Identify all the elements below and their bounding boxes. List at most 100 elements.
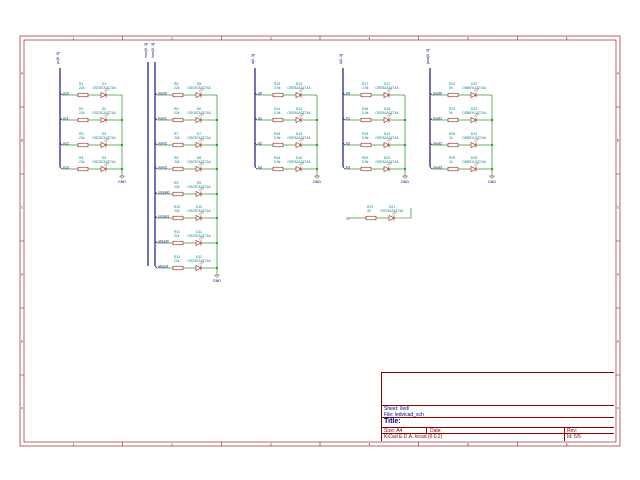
led-value: OSR5JA3Z74A [375, 160, 399, 164]
resistor-body [77, 166, 89, 172]
resistor-value: 3.9k [362, 111, 369, 115]
gnd-symbol [313, 175, 321, 179]
junction-dot [491, 144, 493, 146]
junction-dot [216, 119, 218, 121]
row-label: E [21, 340, 23, 344]
junction-dot [491, 119, 493, 121]
schematic-sheet: 1 1 2 2 3 3 4 4 5 5 6 6 A A B B C C D D E E F F pc[0..3] pc0 R1 22… [0, 0, 640, 480]
led-body [383, 116, 390, 124]
junction-dot [216, 217, 218, 219]
led-body [195, 190, 202, 198]
resistor-body [447, 142, 459, 148]
resistor-value: 2k [449, 111, 453, 115]
led-body [295, 165, 302, 173]
bus-entry [154, 265, 158, 269]
resistor-value: 22k [174, 209, 180, 213]
row-label: D [617, 273, 620, 277]
resistor-body [77, 92, 89, 98]
resistor-value: 3.9k [274, 160, 281, 164]
led-value: OSR5JA3Z74A [375, 136, 399, 140]
led-body [295, 141, 302, 149]
led-body [295, 91, 302, 99]
bus-label: irom[0..3] [144, 43, 148, 58]
led-body [195, 116, 202, 124]
resistor-value: 22k [174, 111, 180, 115]
gnd-symbol [488, 175, 496, 179]
resistor-body [272, 117, 284, 123]
net-label: c0 [346, 216, 350, 220]
led-value: OSG57A3Z74A [187, 259, 211, 263]
led-body [100, 91, 107, 99]
led-body [100, 141, 107, 149]
led-value: OSB5YU3Z74A [462, 86, 486, 90]
led-value: OSG57A3Z74A [92, 111, 116, 115]
led-body [470, 91, 477, 99]
sheet-id: Id: 5/5 [567, 434, 581, 440]
resistor-body [172, 265, 184, 271]
led-value: OSR5JA3Z74A [287, 111, 311, 115]
resistor-body [447, 166, 459, 172]
led-value: OSR5JA3Z74A [287, 136, 311, 140]
led-body [470, 116, 477, 124]
row-label: D [21, 273, 24, 277]
resistor-value: 2k [367, 209, 371, 213]
led-value: OSR5JA3Z74A [287, 160, 311, 164]
resistor-value: 3.9k [362, 136, 369, 140]
resistor-body [172, 142, 184, 148]
gnd-label: GND [118, 180, 126, 184]
resistor-value: 22k [174, 160, 180, 164]
bus-label: pc[0..3] [56, 52, 60, 64]
row-label: F [21, 407, 23, 411]
led-body [195, 264, 202, 272]
row-label: A [21, 72, 24, 76]
col-label: 1 [72, 36, 74, 40]
led-value: OSR5JA3Z74A [375, 111, 399, 115]
resistor-value: 3.9k [274, 111, 281, 115]
col-label: 3 [270, 442, 272, 446]
row-label: C [21, 206, 24, 210]
junction-dot [316, 119, 318, 121]
led-value: OSG57A3Z74A [187, 86, 211, 90]
resistor-body [172, 166, 184, 172]
resistor-value: 2k [449, 86, 453, 90]
led-body [470, 165, 477, 173]
row-label: F [617, 407, 619, 411]
resistor-body [360, 92, 372, 98]
resistor-value: 22k [174, 259, 180, 263]
row-label: A [617, 72, 620, 76]
gnd-symbol [213, 274, 221, 278]
resistor-value: 22k [174, 86, 180, 90]
led-body [388, 214, 395, 222]
led-value: OSB5YU3Z74A [462, 160, 486, 164]
led-value: OSG57A3Z74A [187, 111, 211, 115]
resistor-body [172, 92, 184, 98]
led-body [195, 141, 202, 149]
col-label: 4 [368, 36, 370, 40]
led-value: OSR5JA3Z74A [287, 86, 311, 90]
title-block: Sheet: /led/ File: ledvicad_sch Title: S… [381, 372, 614, 441]
resistor-value: 22k [79, 160, 85, 164]
resistor-value: 3.9k [274, 86, 281, 90]
led-body [383, 141, 390, 149]
col-label: 6 [566, 36, 568, 40]
resistor-body [272, 92, 284, 98]
col-label: 1 [72, 442, 74, 446]
junction-dot [216, 144, 218, 146]
col-label: 6 [566, 442, 568, 446]
col-label: 5 [467, 36, 469, 40]
led-body [195, 165, 202, 173]
junction-dot [404, 144, 406, 146]
junction-dot [121, 144, 123, 146]
bus-entry [429, 166, 433, 170]
gnd-label: GND [401, 180, 409, 184]
led-body [295, 116, 302, 124]
title-label: Title: [384, 418, 401, 425]
led-value: OSG57A3Z74A [187, 209, 211, 213]
junction-dot [316, 144, 318, 146]
resistor-value: 22k [174, 185, 180, 189]
bus-entry [254, 166, 258, 170]
bus-label: pout[0..3] [426, 49, 430, 64]
resistor-body [360, 117, 372, 123]
led-body [470, 141, 477, 149]
led-body [195, 214, 202, 222]
